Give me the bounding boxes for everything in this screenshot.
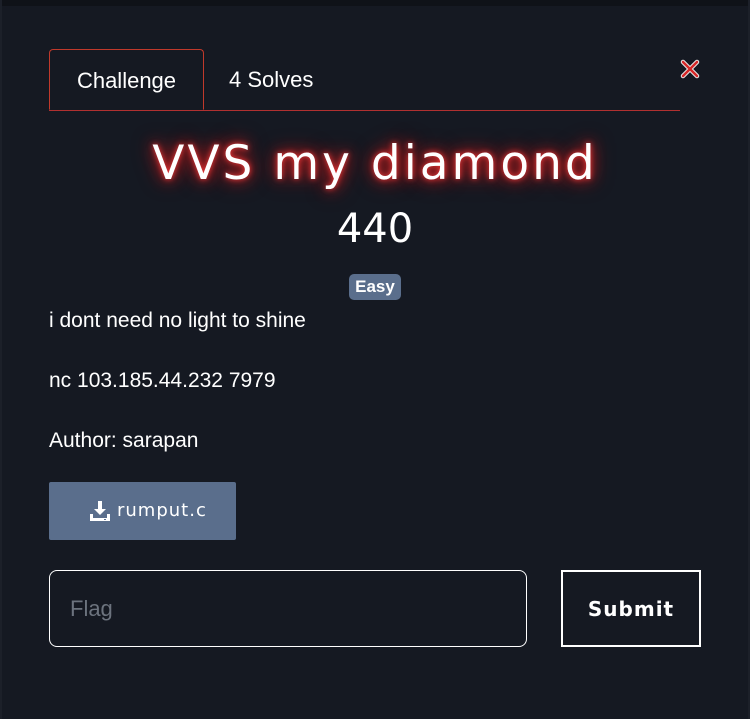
- tab-solves[interactable]: 4 Solves: [229, 49, 313, 109]
- backdrop-strip: [0, 0, 750, 6]
- challenge-tabs: Challenge 4 Solves: [49, 49, 680, 111]
- file-download-button[interactable]: rumput.c: [49, 482, 236, 540]
- close-button[interactable]: [680, 59, 700, 79]
- download-icon: [89, 500, 111, 522]
- connection-info: nc 103.185.44.232 7979: [49, 369, 276, 392]
- difficulty-badge: Easy: [349, 274, 401, 300]
- tab-challenge[interactable]: Challenge: [49, 49, 204, 110]
- flag-input[interactable]: [49, 570, 527, 647]
- submit-button[interactable]: Submit: [561, 570, 701, 647]
- author-line: Author: sarapan: [49, 429, 199, 452]
- modal-edge-left: [0, 0, 2, 719]
- challenge-title: VVS my diamond: [152, 136, 598, 191]
- file-name: rumput.c: [117, 500, 207, 521]
- challenge-points: 440: [336, 206, 414, 252]
- description-line: i dont need no light to shine: [49, 309, 306, 332]
- close-icon: [680, 59, 700, 79]
